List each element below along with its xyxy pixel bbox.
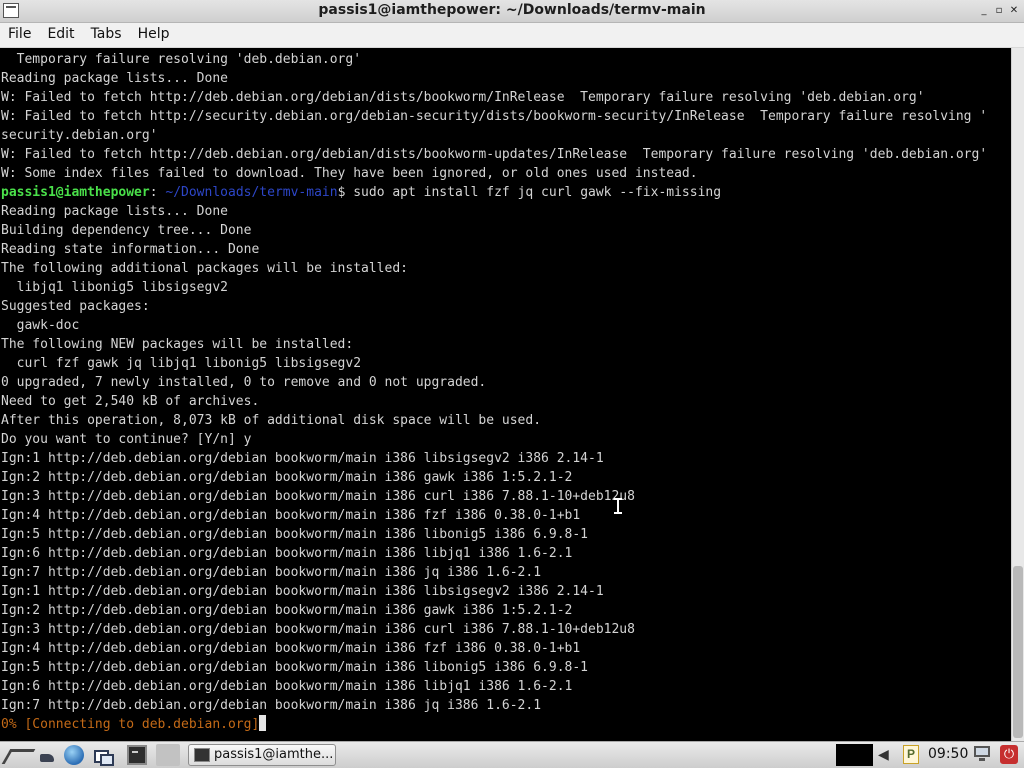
- terminal-line: The following NEW packages will be insta…: [1, 337, 354, 352]
- terminal-line: Ign:6 http://deb.debian.org/debian bookw…: [1, 546, 573, 561]
- ibeam-cursor-icon: [614, 498, 622, 514]
- terminal-line: Ign:2 http://deb.debian.org/debian bookw…: [1, 470, 573, 485]
- taskbar-window-label: passis1@iamthe...: [214, 747, 334, 762]
- terminal-line: 0 upgraded, 7 newly installed, 0 to remo…: [1, 375, 487, 390]
- terminal-line: Reading package lists... Done: [1, 204, 228, 219]
- terminal-line: Ign:7 http://deb.debian.org/debian bookw…: [1, 565, 542, 580]
- terminal-line: Suggested packages:: [1, 299, 150, 314]
- terminal-output[interactable]: Temporary failure resolving 'deb.debian.…: [0, 48, 1011, 741]
- terminal-line: Ign:5 http://deb.debian.org/debian bookw…: [1, 527, 588, 542]
- volume-icon[interactable]: ◀: [878, 746, 889, 763]
- terminal-line: Ign:1 http://deb.debian.org/debian bookw…: [1, 451, 604, 466]
- prompt-user: passis1@iamthepower: [1, 185, 150, 200]
- web-browser-icon[interactable]: [64, 745, 84, 765]
- clock[interactable]: 09:50: [928, 746, 968, 762]
- terminal-line: libjq1 libonig5 libsigsegv2: [1, 280, 228, 295]
- menu-file[interactable]: File: [0, 23, 39, 42]
- prompt-command: $ sudo apt install fzf jq curl gawk --fi…: [337, 185, 722, 200]
- terminal-line: Reading package lists... Done: [1, 71, 228, 86]
- system-monitor[interactable]: [836, 744, 873, 766]
- terminal-line: gawk-doc: [1, 318, 80, 333]
- clipboard-icon[interactable]: P: [903, 745, 919, 764]
- prompt-line: passis1@iamthepower: ~/Downloads/termv-m…: [1, 183, 721, 202]
- terminal-task-icon: [194, 748, 210, 762]
- terminal-line: Ign:5 http://deb.debian.org/debian bookw…: [1, 660, 588, 675]
- terminal-line: Reading state information... Done: [1, 242, 260, 257]
- progress-text: 0% [Connecting to deb.debian.org]: [1, 717, 260, 732]
- terminal-line: W: Failed to fetch http://deb.debian.org…: [1, 147, 988, 162]
- minimize-button[interactable]: _: [977, 4, 991, 18]
- terminal-line: The following additional packages will b…: [1, 261, 408, 276]
- terminal-line: Ign:3 http://deb.debian.org/debian bookw…: [1, 622, 635, 637]
- empty-launcher-slot[interactable]: [156, 744, 180, 766]
- network-icon[interactable]: [973, 746, 991, 762]
- title-bar[interactable]: passis1@iamthepower: ~/Downloads/termv-m…: [0, 0, 1024, 23]
- show-desktop-icon[interactable]: [92, 745, 114, 766]
- terminal-line: Ign:4 http://deb.debian.org/debian bookw…: [1, 641, 581, 656]
- terminal-line: curl fzf gawk jq libjq1 libonig5 libsigs…: [1, 356, 362, 371]
- terminal-line: Ign:7 http://deb.debian.org/debian bookw…: [1, 698, 542, 713]
- taskbar-window-button[interactable]: passis1@iamthe...: [188, 744, 336, 766]
- app-menu-icon[interactable]: [4, 745, 30, 765]
- terminal-line: security.debian.org': [1, 128, 158, 143]
- prompt-path: ~/Downloads/termv-main: [165, 185, 338, 200]
- power-icon[interactable]: ⏻: [1000, 745, 1018, 764]
- terminal-line: Building dependency tree... Done: [1, 223, 252, 238]
- terminal-line: W: Some index files failed to download. …: [1, 166, 698, 181]
- file-manager-icon[interactable]: [38, 745, 58, 765]
- terminal-line: Do you want to continue? [Y/n] y: [1, 432, 252, 447]
- terminal-line: Ign:3 http://deb.debian.org/debian bookw…: [1, 489, 635, 504]
- terminal-line: Ign:6 http://deb.debian.org/debian bookw…: [1, 679, 573, 694]
- terminal-line: Ign:4 http://deb.debian.org/debian bookw…: [1, 508, 581, 523]
- prompt-colon: :: [149, 185, 166, 200]
- terminal-line: W: Failed to fetch http://security.debia…: [1, 109, 988, 124]
- close-button[interactable]: ✕: [1007, 4, 1021, 18]
- terminal-line: Ign:2 http://deb.debian.org/debian bookw…: [1, 603, 573, 618]
- terminal-line: W: Failed to fetch http://deb.debian.org…: [1, 90, 925, 105]
- menu-help[interactable]: Help: [130, 23, 178, 42]
- terminal-line: Need to get 2,540 kB of archives.: [1, 394, 260, 409]
- terminal-line: Ign:1 http://deb.debian.org/debian bookw…: [1, 584, 604, 599]
- maximize-button[interactable]: ▫: [992, 4, 1006, 18]
- progress-line: 0% [Connecting to deb.debian.org]: [1, 715, 267, 734]
- terminal-line: After this operation, 8,073 kB of additi…: [1, 413, 542, 428]
- terminal-line: Temporary failure resolving 'deb.debian.…: [1, 52, 362, 67]
- menu-edit[interactable]: Edit: [39, 23, 82, 42]
- scrollbar-thumb[interactable]: [1013, 566, 1023, 738]
- taskbar: passis1@iamthe... ◀ P 09:50 ⏻: [0, 741, 1024, 768]
- text-cursor: [259, 715, 267, 731]
- terminal-scrollbar[interactable]: [1011, 48, 1024, 741]
- terminal-icon[interactable]: [127, 745, 147, 765]
- menu-bar: File Edit Tabs Help: [0, 23, 1024, 48]
- window-title: passis1@iamthepower: ~/Downloads/termv-m…: [318, 2, 706, 18]
- menu-tabs[interactable]: Tabs: [83, 23, 130, 42]
